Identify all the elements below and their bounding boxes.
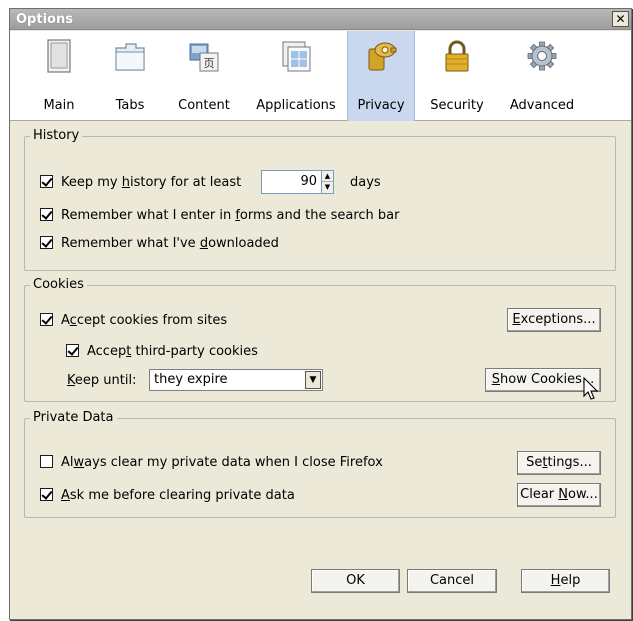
always-clear-checkbox[interactable]: Always clear my private data when I clos… <box>40 455 383 470</box>
cookies-group: Cookies Accept cookies from sites Except… <box>24 277 616 402</box>
accept-cookies-check-icon[interactable] <box>40 313 53 326</box>
private-data-group-label: Private Data <box>30 410 117 425</box>
accept-cookies-checkbox[interactable]: Accept cookies from sites <box>40 313 227 328</box>
history-days-spinner[interactable]: ▲ ▼ <box>321 170 334 194</box>
remember-forms-check-icon[interactable] <box>40 208 53 221</box>
tabs-icon <box>115 43 145 71</box>
history-group-label: History <box>30 128 83 143</box>
clear-now-button[interactable]: Clear Now... <box>517 483 601 507</box>
pane-toolbar: Main Tabs 页 Content Applications Privacy… <box>10 31 631 121</box>
keep-history-checkbox[interactable]: Keep my history for at least <box>40 175 241 190</box>
days-label: days <box>350 175 381 190</box>
keep-history-check-icon[interactable] <box>40 175 53 188</box>
title-bar[interactable]: Options ✕ <box>10 9 631 30</box>
window-title: Options <box>16 12 73 27</box>
tab-applications[interactable]: Applications <box>246 31 346 121</box>
ask-before-check-icon[interactable] <box>40 488 53 501</box>
ok-button[interactable]: OK <box>311 569 400 593</box>
content-icon: 页 <box>189 43 219 72</box>
history-days-input[interactable]: 90 <box>261 170 321 194</box>
accept-third-party-check-icon[interactable] <box>66 344 79 357</box>
tab-advanced[interactable]: Advanced <box>500 31 584 121</box>
exceptions-button[interactable]: Exceptions... <box>507 308 601 332</box>
main-icon <box>47 39 71 73</box>
tab-content-label: Content <box>178 98 230 113</box>
keep-until-select[interactable]: they expire ▼ <box>149 369 323 391</box>
private-data-group: Private Data Always clear my private dat… <box>24 410 616 518</box>
remember-forms-checkbox[interactable]: Remember what I enter in forms and the s… <box>40 208 399 223</box>
keep-until-value: they expire <box>154 372 228 387</box>
settings-button[interactable]: Settings... <box>517 451 601 475</box>
help-button[interactable]: Help <box>521 569 610 593</box>
keep-until-label: Keep until: <box>67 373 137 388</box>
remember-downloads-checkbox[interactable]: Remember what I've downloaded <box>40 236 279 251</box>
tab-applications-label: Applications <box>256 98 336 113</box>
tab-main[interactable]: Main <box>24 31 94 121</box>
tab-security-label: Security <box>430 98 484 113</box>
remember-downloads-check-icon[interactable] <box>40 236 53 249</box>
tab-tabs-label: Tabs <box>115 98 145 113</box>
chevron-down-icon[interactable]: ▼ <box>305 371 321 389</box>
tab-content[interactable]: 页 Content <box>168 31 240 121</box>
close-button[interactable]: ✕ <box>612 11 629 27</box>
accept-third-party-checkbox[interactable]: Accept third-party cookies <box>66 344 258 359</box>
privacy-icon <box>368 42 397 71</box>
ask-before-checkbox[interactable]: Ask me before clearing private data <box>40 488 295 503</box>
advanced-icon <box>527 41 557 71</box>
spin-down-icon[interactable]: ▼ <box>322 182 333 193</box>
tab-advanced-label: Advanced <box>509 98 575 113</box>
options-dialog: Options ✕ Main Tabs 页 Content Applicatio… <box>9 8 632 620</box>
history-group: History Keep my history for at least 90 … <box>24 128 616 271</box>
tab-main-label: Main <box>43 98 75 113</box>
svg-text:页: 页 <box>204 57 215 70</box>
cookies-group-label: Cookies <box>30 277 87 292</box>
tab-tabs[interactable]: Tabs <box>100 31 160 121</box>
mouse-pointer-icon <box>583 377 599 400</box>
applications-icon <box>282 41 311 72</box>
security-icon <box>445 40 469 72</box>
cancel-button[interactable]: Cancel <box>407 569 497 593</box>
spin-up-icon[interactable]: ▲ <box>322 171 333 182</box>
tab-privacy-label: Privacy <box>357 98 405 113</box>
tab-security[interactable]: Security <box>422 31 492 121</box>
always-clear-check-icon[interactable] <box>40 455 53 468</box>
tab-privacy[interactable]: Privacy <box>347 31 415 121</box>
